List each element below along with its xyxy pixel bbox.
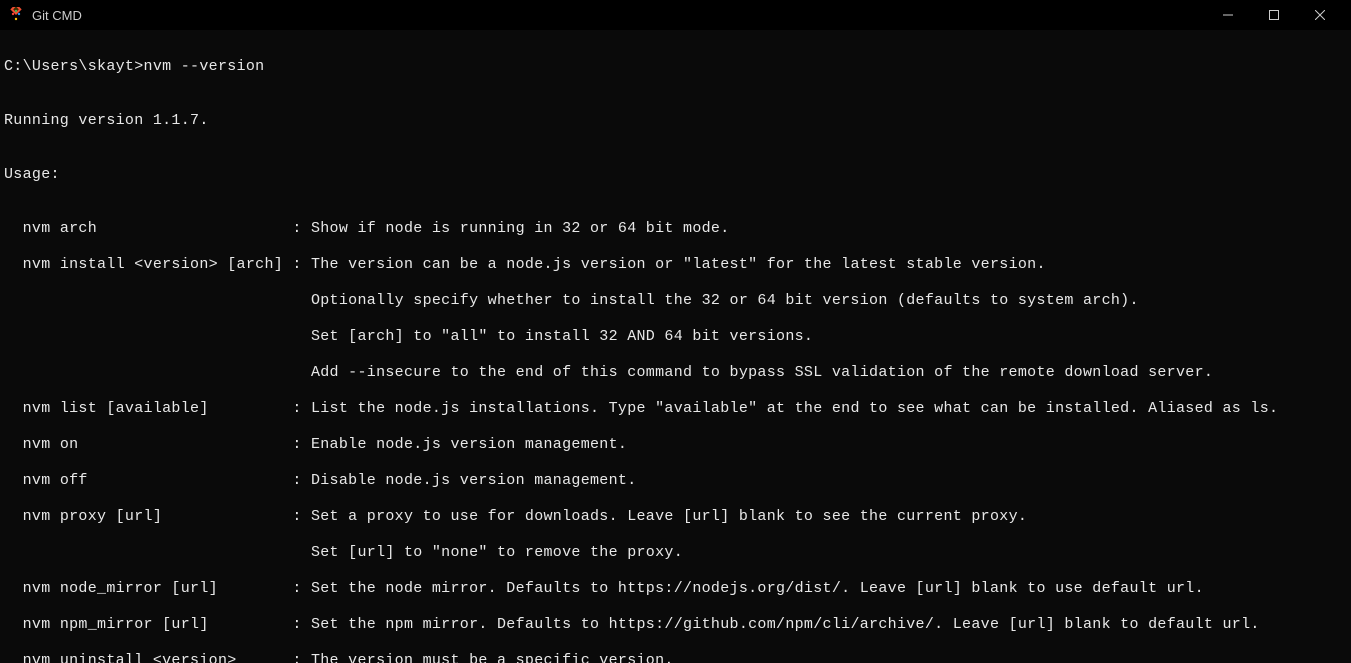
git-icon bbox=[8, 7, 24, 23]
output-line: nvm install <version> [arch] : The versi… bbox=[4, 256, 1351, 274]
output-line: Set [arch] to "all" to install 32 AND 64… bbox=[4, 328, 1351, 346]
output-line: nvm list [available] : List the node.js … bbox=[4, 400, 1351, 418]
output-line: nvm arch : Show if node is running in 32… bbox=[4, 220, 1351, 238]
prompt: C:\Users\skayt> bbox=[4, 58, 144, 75]
output-line: Set [url] to "none" to remove the proxy. bbox=[4, 544, 1351, 562]
output-line: nvm node_mirror [url] : Set the node mir… bbox=[4, 580, 1351, 598]
output-line: nvm uninstall <version> : The version mu… bbox=[4, 652, 1351, 663]
output-line: nvm off : Disable node.js version manage… bbox=[4, 472, 1351, 490]
output-line: nvm npm_mirror [url] : Set the npm mirro… bbox=[4, 616, 1351, 634]
command: nvm --version bbox=[144, 58, 265, 75]
maximize-button[interactable] bbox=[1251, 0, 1297, 30]
close-button[interactable] bbox=[1297, 0, 1343, 30]
output-line: Usage: bbox=[4, 166, 1351, 184]
output-line: nvm on : Enable node.js version manageme… bbox=[4, 436, 1351, 454]
window-controls bbox=[1205, 0, 1343, 30]
titlebar: Git CMD bbox=[0, 0, 1351, 30]
output-line: Add --insecure to the end of this comman… bbox=[4, 364, 1351, 382]
window-title: Git CMD bbox=[32, 8, 1205, 23]
output-line: nvm proxy [url] : Set a proxy to use for… bbox=[4, 508, 1351, 526]
minimize-button[interactable] bbox=[1205, 0, 1251, 30]
prompt-line: C:\Users\skayt>nvm --version bbox=[4, 58, 1351, 76]
output-line: Optionally specify whether to install th… bbox=[4, 292, 1351, 310]
output-line: Running version 1.1.7. bbox=[4, 112, 1351, 130]
terminal-body[interactable]: C:\Users\skayt>nvm --version Running ver… bbox=[0, 30, 1351, 663]
